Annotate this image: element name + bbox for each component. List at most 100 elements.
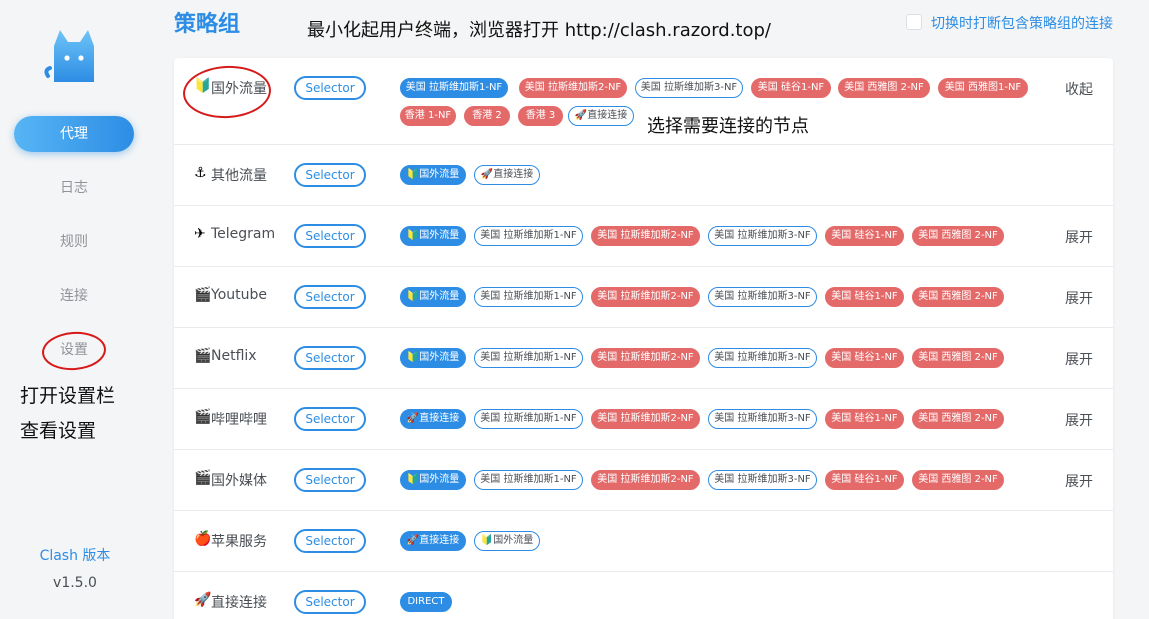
group-icon: 🎬 xyxy=(194,287,212,303)
proxy-tag[interactable]: 美国 拉斯维加斯2-NF xyxy=(591,226,700,246)
proxy-tag[interactable]: 🚀直接连接 xyxy=(400,531,466,551)
group-row: 🍎 苹果服务 Selector 🚀直接连接 🔰国外流量 xyxy=(174,511,1113,572)
group-icon: 🚀 xyxy=(194,592,212,608)
proxy-tag[interactable]: 美国 拉斯维加斯1-NF xyxy=(474,348,583,368)
proxy-tag[interactable]: 美国 西雅图 2-NF xyxy=(912,287,1004,307)
group-type-badge: Selector xyxy=(294,529,366,553)
proxy-tag[interactable]: 美国 拉斯维加斯2-NF xyxy=(591,470,700,490)
proxy-groups-card: 🔰 国外流量 Selector 美国 拉斯维加斯1-NF 美国 拉斯维加斯2-NF 美国 … xyxy=(174,58,1113,619)
proxy-tag[interactable]: 美国 拉斯维加斯1-NF xyxy=(474,409,583,429)
group-name: 苹果服务 xyxy=(211,534,267,550)
cat-logo-icon xyxy=(44,30,94,82)
proxy-tag[interactable]: 美国 硅谷1-NF xyxy=(825,348,904,368)
settings-annotation-line2: 查看设置 xyxy=(20,420,97,442)
interrupt-connections-checkbox[interactable] xyxy=(906,14,922,30)
group-row: 🎬 Youtube Selector 🔰国外流量 美国 拉斯维加斯1-NF 美国 拉斯维加… xyxy=(174,267,1113,328)
proxy-tag[interactable]: DIRECT xyxy=(400,592,452,612)
group-row: ⚓ 其他流量 Selector 🔰国外流量 🚀直接连接 xyxy=(174,145,1113,206)
proxy-tag[interactable]: 美国 拉斯维加斯1-NF xyxy=(474,226,583,246)
nav-rules[interactable]: 规则 xyxy=(14,224,134,260)
proxy-tag[interactable]: 美国 拉斯维加斯2-NF xyxy=(591,348,700,368)
group-row: 🔰 国外流量 Selector 美国 拉斯维加斯1-NF 美国 拉斯维加斯2-NF 美国 … xyxy=(174,58,1113,145)
proxy-tag[interactable]: 美国 硅谷1-NF xyxy=(825,287,904,307)
group-annotation-circle xyxy=(181,63,273,121)
proxy-tag[interactable]: 美国 拉斯维加斯3-NF xyxy=(708,470,817,490)
group-type-badge: Selector xyxy=(294,224,366,248)
group-icon: ✈ xyxy=(194,226,206,242)
group-row: 🎬 哔哩哔哩 Selector 🚀直接连接 美国 拉斯维加斯1-NF 美国 拉斯维加斯2-… xyxy=(174,389,1113,450)
group-name: 国外媒体 xyxy=(211,473,267,489)
group-name: Telegram xyxy=(211,226,276,242)
version-label: Clash 版本 xyxy=(39,548,111,564)
group-row: 🚀 直接连接 Selector DIRECT xyxy=(174,572,1113,619)
proxy-tag[interactable]: 🔰国外流量 xyxy=(400,226,466,246)
proxy-tag[interactable]: 🔰国外流量 xyxy=(400,165,466,185)
group-row: ✈ Telegram Selector 🔰国外流量 美国 拉斯维加斯1-NF 美国 拉斯维… xyxy=(174,206,1113,267)
proxy-tag[interactable]: 美国 西雅图 2-NF xyxy=(838,78,930,98)
proxy-tag[interactable]: 美国 拉斯维加斯2-NF xyxy=(519,78,627,98)
proxy-tag[interactable]: 美国 拉斯维加斯2-NF xyxy=(591,287,700,307)
proxy-tag[interactable]: 美国 西雅图1-NF xyxy=(938,78,1028,98)
proxy-tag[interactable]: 美国 拉斯维加斯1-NF xyxy=(474,287,583,307)
group-toggle-button[interactable]: 展开 xyxy=(1065,410,1093,430)
proxy-tag[interactable]: 🚀直接连接 xyxy=(568,106,634,126)
top-annotation: 最小化起用户终端，浏览器打开 http://clash.razord.top/ xyxy=(307,20,771,41)
proxy-tag[interactable]: 美国 拉斯维加斯3-NF xyxy=(708,226,817,246)
proxy-tag[interactable]: 美国 硅谷1-NF xyxy=(825,470,904,490)
group-toggle-button[interactable]: 展开 xyxy=(1065,349,1093,369)
group-row: 🎬 Netflix Selector 🔰国外流量 美国 拉斯维加斯1-NF 美国 拉斯维加… xyxy=(174,328,1113,389)
proxy-tag[interactable]: 🚀直接连接 xyxy=(474,165,540,185)
group-type-badge: Selector xyxy=(294,346,366,370)
group-icon: 🎬 xyxy=(194,409,212,425)
group-toggle-button[interactable]: 展开 xyxy=(1065,227,1093,247)
group-name: Youtube xyxy=(211,287,267,303)
group-type-badge: Selector xyxy=(294,407,366,431)
proxy-tag[interactable]: 🔰国外流量 xyxy=(400,348,466,368)
proxy-tag[interactable]: 🔰国外流量 xyxy=(400,470,466,490)
proxy-tag[interactable]: 美国 硅谷1-NF xyxy=(825,409,904,429)
group-type-badge: Selector xyxy=(294,76,366,100)
group-icon: 🎬 xyxy=(194,348,212,364)
version-value: v1.5.0 xyxy=(53,575,97,591)
group-toggle-button[interactable]: 收起 xyxy=(1065,79,1093,99)
proxy-tag[interactable]: 美国 拉斯维加斯1-NF xyxy=(400,78,508,98)
group-toggle-button[interactable]: 展开 xyxy=(1065,471,1093,491)
clash-dashboard: 代理 日志 规则 连接 设置 打开设置栏 查看设置 Clash 版本 v1.5.… xyxy=(0,0,1149,619)
proxy-tag[interactable]: 美国 硅谷1-NF xyxy=(825,226,904,246)
group-type-badge: Selector xyxy=(294,590,366,614)
group-icon: ⚓ xyxy=(194,165,207,181)
sidebar: 代理 日志 规则 连接 设置 打开设置栏 查看设置 Clash 版本 v1.5.… xyxy=(0,0,150,619)
group-toggle-button[interactable]: 展开 xyxy=(1065,288,1093,308)
group-name: Netflix xyxy=(211,348,257,364)
proxy-tag[interactable]: 美国 西雅图 2-NF xyxy=(912,348,1004,368)
proxy-tag[interactable]: 美国 西雅图 2-NF xyxy=(912,470,1004,490)
nav-connections[interactable]: 连接 xyxy=(14,278,134,314)
page-title: 策略组 xyxy=(174,12,241,37)
proxy-tag[interactable]: 香港 1-NF xyxy=(400,106,456,126)
group-icon: 🎬 xyxy=(194,470,212,486)
group-type-badge: Selector xyxy=(294,468,366,492)
group-icon: 🍎 xyxy=(194,531,212,547)
proxy-tag[interactable]: 美国 拉斯维加斯3-NF xyxy=(708,287,817,307)
group-name: 直接连接 xyxy=(211,595,267,611)
group-row: 🎬 国外媒体 Selector 🔰国外流量 美国 拉斯维加斯1-NF 美国 拉斯维加斯2-… xyxy=(174,450,1113,511)
proxy-tag[interactable]: 美国 拉斯维加斯3-NF xyxy=(708,348,817,368)
proxy-tag[interactable]: 香港 3 xyxy=(518,106,563,126)
nav-logs[interactable]: 日志 xyxy=(14,170,134,206)
group-name: 哔哩哔哩 xyxy=(211,412,267,428)
proxy-tag[interactable]: 美国 拉斯维加斯3-NF xyxy=(708,409,817,429)
proxy-tag[interactable]: 香港 2 xyxy=(464,106,510,126)
proxy-tag[interactable]: 🔰国外流量 xyxy=(400,287,466,307)
proxy-tag[interactable]: 美国 硅谷1-NF xyxy=(751,78,831,98)
proxy-tag[interactable]: 美国 西雅图 2-NF xyxy=(912,409,1004,429)
group-name: 其他流量 xyxy=(211,168,267,184)
interrupt-connections-label[interactable]: 切换时打断包含策略组的连接 xyxy=(931,13,1113,33)
select-node-annotation: 选择需要连接的节点 xyxy=(647,116,809,137)
nav-proxies[interactable]: 代理 xyxy=(14,116,134,152)
proxy-tag[interactable]: 美国 西雅图 2-NF xyxy=(912,226,1004,246)
proxy-tag[interactable]: 美国 拉斯维加斯1-NF xyxy=(474,470,583,490)
proxy-tag[interactable]: 美国 拉斯维加斯3-NF xyxy=(635,78,743,98)
proxy-tag[interactable]: 美国 拉斯维加斯2-NF xyxy=(591,409,700,429)
proxy-tag[interactable]: 🚀直接连接 xyxy=(400,409,466,429)
proxy-tag[interactable]: 🔰国外流量 xyxy=(474,531,540,551)
